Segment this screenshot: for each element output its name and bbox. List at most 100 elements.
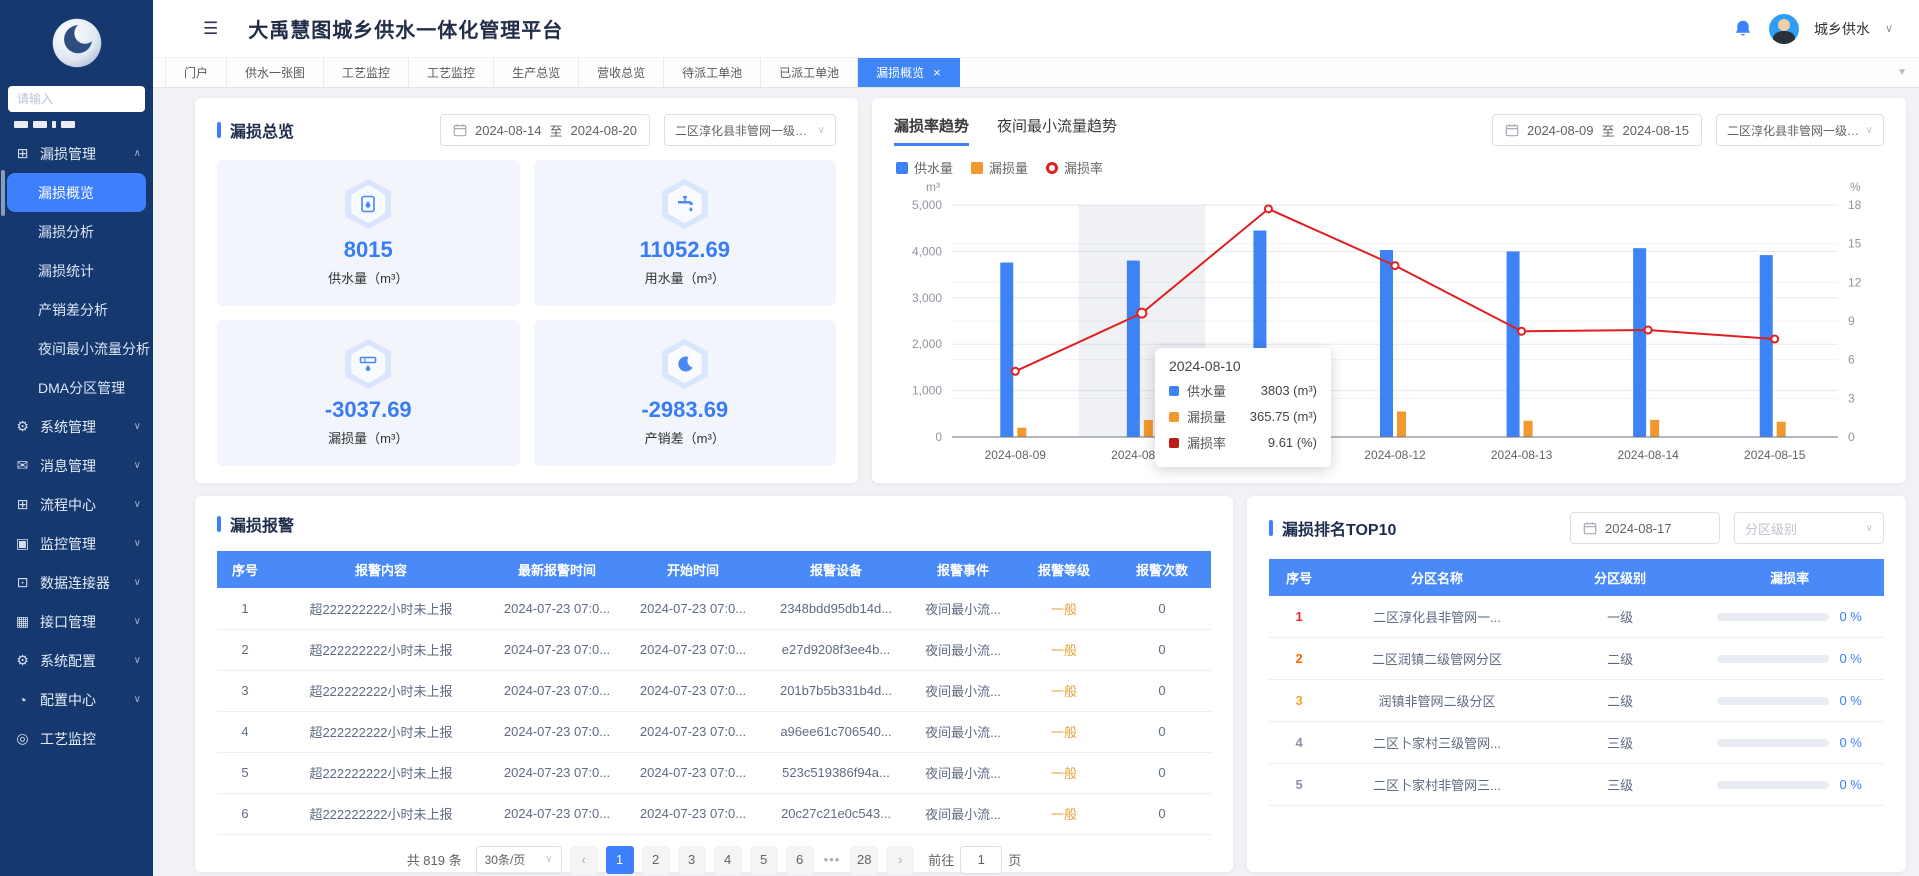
table-row[interactable]: 3超222222222小时未上报2024-07-23 07:0...2024-0…: [217, 670, 1211, 711]
sidebar-group[interactable]: ⊡数据连接器∨: [0, 563, 153, 602]
prev-page-button[interactable]: ‹: [570, 846, 598, 874]
table-row[interactable]: 4超222222222小时未上报2024-07-23 07:0...2024-0…: [217, 711, 1211, 752]
alarm-cell-level: 一般: [1015, 711, 1113, 752]
alarm-cell-level: 一般: [1015, 752, 1113, 793]
page-button[interactable]: 6: [786, 846, 814, 874]
page-button[interactable]: 5: [750, 846, 778, 874]
table-row[interactable]: 2二区润镇二级管网分区二级0 %: [1269, 638, 1884, 680]
page-button[interactable]: 1: [606, 846, 634, 874]
sidebar-group[interactable]: ◎工艺监控: [0, 719, 153, 758]
chevron-down-icon: ∨: [1866, 523, 1873, 534]
trend-region-select[interactable]: 二区淳化县非管网一级分区 ∨: [1716, 114, 1884, 146]
chevron-down-icon: ∨: [134, 616, 141, 627]
page-button[interactable]: 3: [678, 846, 706, 874]
title-accent-bar: [217, 122, 221, 138]
sidebar-scrollbar-thumb[interactable]: [1, 170, 5, 216]
goto-page-input[interactable]: [960, 846, 1002, 874]
grid-icon: ⊞: [14, 145, 31, 162]
stat-card: -3037.69漏损量（m³）: [217, 320, 520, 466]
sidebar-group[interactable]: ◔配置中心∨: [0, 680, 153, 719]
sidebar-menu: ⊞漏损管理∧漏损概览漏损分析漏损统计产销差分析夜间最小流量分析DMA分区管理⚙系…: [0, 130, 153, 876]
rank-column-header: 分区名称: [1329, 559, 1545, 596]
table-row[interactable]: 6超222222222小时未上报2024-07-23 07:0...2024-0…: [217, 793, 1211, 834]
tooltip-series-value: 365.75 (m³): [1250, 409, 1317, 424]
svg-text:2024-08-12: 2024-08-12: [1364, 448, 1426, 462]
tab-item[interactable]: 已派工单池: [761, 58, 858, 87]
user-chevron-down-icon[interactable]: ∨: [1885, 22, 1893, 35]
alarm-cell-no: 6: [217, 793, 273, 834]
table-row[interactable]: 3润镇非管网二级分区二级0 %: [1269, 680, 1884, 722]
sidebar-group[interactable]: ▦接口管理∨: [0, 602, 153, 641]
sidebar-item[interactable]: 漏损统计: [0, 251, 153, 290]
alarm-cell-start: 2024-07-23 07:0...: [625, 793, 761, 834]
tab-item[interactable]: 营收总览: [579, 58, 664, 87]
alarm-cell-no: 3: [217, 670, 273, 711]
user-avatar[interactable]: [1769, 14, 1799, 44]
table-row[interactable]: 1超222222222小时未上报2024-07-23 07:0...2024-0…: [217, 588, 1211, 629]
page-button[interactable]: 4: [714, 846, 742, 874]
sidebar-group[interactable]: ⊞漏损管理∧: [0, 134, 153, 173]
stat-value: 8015: [344, 237, 393, 263]
rank-level-select[interactable]: 分区级别 ∨: [1734, 512, 1884, 544]
table-row[interactable]: 4二区卜家村三级管网...三级0 %: [1269, 722, 1884, 764]
trend-tabs: 漏损率趋势夜间最小流量趋势: [894, 115, 1492, 146]
tab-close-icon[interactable]: ×: [933, 66, 941, 79]
sidebar-group[interactable]: ✉消息管理∨: [0, 446, 153, 485]
table-row[interactable]: 1二区淳化县非管网一...一级0 %: [1269, 596, 1884, 638]
legend-item[interactable]: 漏损量: [971, 158, 1028, 177]
sidebar-group[interactable]: ⊞流程中心∨: [0, 485, 153, 524]
sidebar-item[interactable]: DMA分区管理: [0, 368, 153, 407]
sidebar-item[interactable]: 产销差分析: [0, 290, 153, 329]
rank-table-header: 序号分区名称分区级别漏损率: [1269, 559, 1884, 596]
page-button[interactable]: 2: [642, 846, 670, 874]
menu-fold-icon[interactable]: ☰: [203, 19, 218, 39]
table-row[interactable]: 5超222222222小时未上报2024-07-23 07:0...2024-0…: [217, 752, 1211, 793]
tab-item[interactable]: 漏损概览×: [858, 58, 960, 87]
chevron-down-icon: ∨: [134, 421, 141, 432]
tab-item[interactable]: 工艺监控: [409, 58, 494, 87]
trend-date-range-picker[interactable]: 2024-08-09 至 2024-08-15: [1492, 114, 1702, 146]
user-name[interactable]: 城乡供水: [1814, 19, 1870, 39]
svg-text:1,000: 1,000: [912, 384, 942, 398]
tab-item[interactable]: 待派工单池: [664, 58, 761, 87]
trend-chart[interactable]: m³%01,0002,0003,0004,0005,00003691215182…: [894, 179, 1884, 472]
alarm-column-header: 报警设备: [761, 551, 911, 588]
trend-tab[interactable]: 漏损率趋势: [894, 115, 969, 146]
rank-date-picker[interactable]: 2024-08-17: [1570, 512, 1720, 544]
rank-rate-cell: 0 %: [1695, 764, 1884, 806]
overview-region-select[interactable]: 二区淳化县非管网一级分区 ∨: [664, 114, 836, 146]
tab-item[interactable]: 供水一张图: [227, 58, 324, 87]
alarm-cell-level: 一般: [1015, 793, 1113, 834]
sidebar-search-input[interactable]: [8, 86, 145, 112]
rate-progress-bar: [1717, 697, 1829, 705]
tooltip-title: 2024-08-10: [1169, 358, 1317, 374]
sidebar-item[interactable]: 夜间最小流量分析: [0, 329, 153, 368]
notification-bell-icon[interactable]: [1732, 18, 1754, 40]
alarm-cell-count: 0: [1113, 588, 1211, 629]
sidebar-item[interactable]: 漏损分析: [0, 212, 153, 251]
goto-page-unit: 页: [1008, 850, 1021, 869]
trend-tab[interactable]: 夜间最小流量趋势: [997, 115, 1117, 146]
sidebar-group[interactable]: ⚙系统配置∨: [0, 641, 153, 680]
calendar-icon: [453, 123, 467, 137]
next-page-button[interactable]: ›: [886, 846, 914, 874]
tab-item[interactable]: 门户: [165, 58, 227, 87]
sidebar-group[interactable]: ⚙系统管理∨: [0, 407, 153, 446]
tab-item[interactable]: 工艺监控: [324, 58, 409, 87]
tab-item[interactable]: 生产总览: [494, 58, 579, 87]
table-row[interactable]: 2超222222222小时未上报2024-07-23 07:0...2024-0…: [217, 629, 1211, 670]
sidebar-group[interactable]: ▣监控管理∨: [0, 524, 153, 563]
goto-label: 前往: [928, 850, 954, 869]
tabs-overflow-icon[interactable]: ▼: [1897, 58, 1907, 87]
sidebar-item[interactable]: 漏损概览: [7, 173, 146, 212]
flow-icon: ⊞: [14, 496, 31, 513]
page-size-select[interactable]: 30条/页∨: [476, 846, 562, 874]
clipped-menu-item: [14, 117, 153, 128]
overview-date-range-picker[interactable]: 2024-08-14 至 2024-08-20: [440, 114, 650, 146]
pagination-ellipsis[interactable]: •••: [822, 852, 843, 867]
legend-item[interactable]: 供水量: [896, 158, 953, 177]
overview-panel-title: 漏损总览: [217, 118, 440, 142]
legend-item[interactable]: 漏损率: [1046, 158, 1103, 177]
table-row[interactable]: 5二区卜家村非管网三...三级0 %: [1269, 764, 1884, 806]
page-button[interactable]: 28: [850, 846, 878, 874]
